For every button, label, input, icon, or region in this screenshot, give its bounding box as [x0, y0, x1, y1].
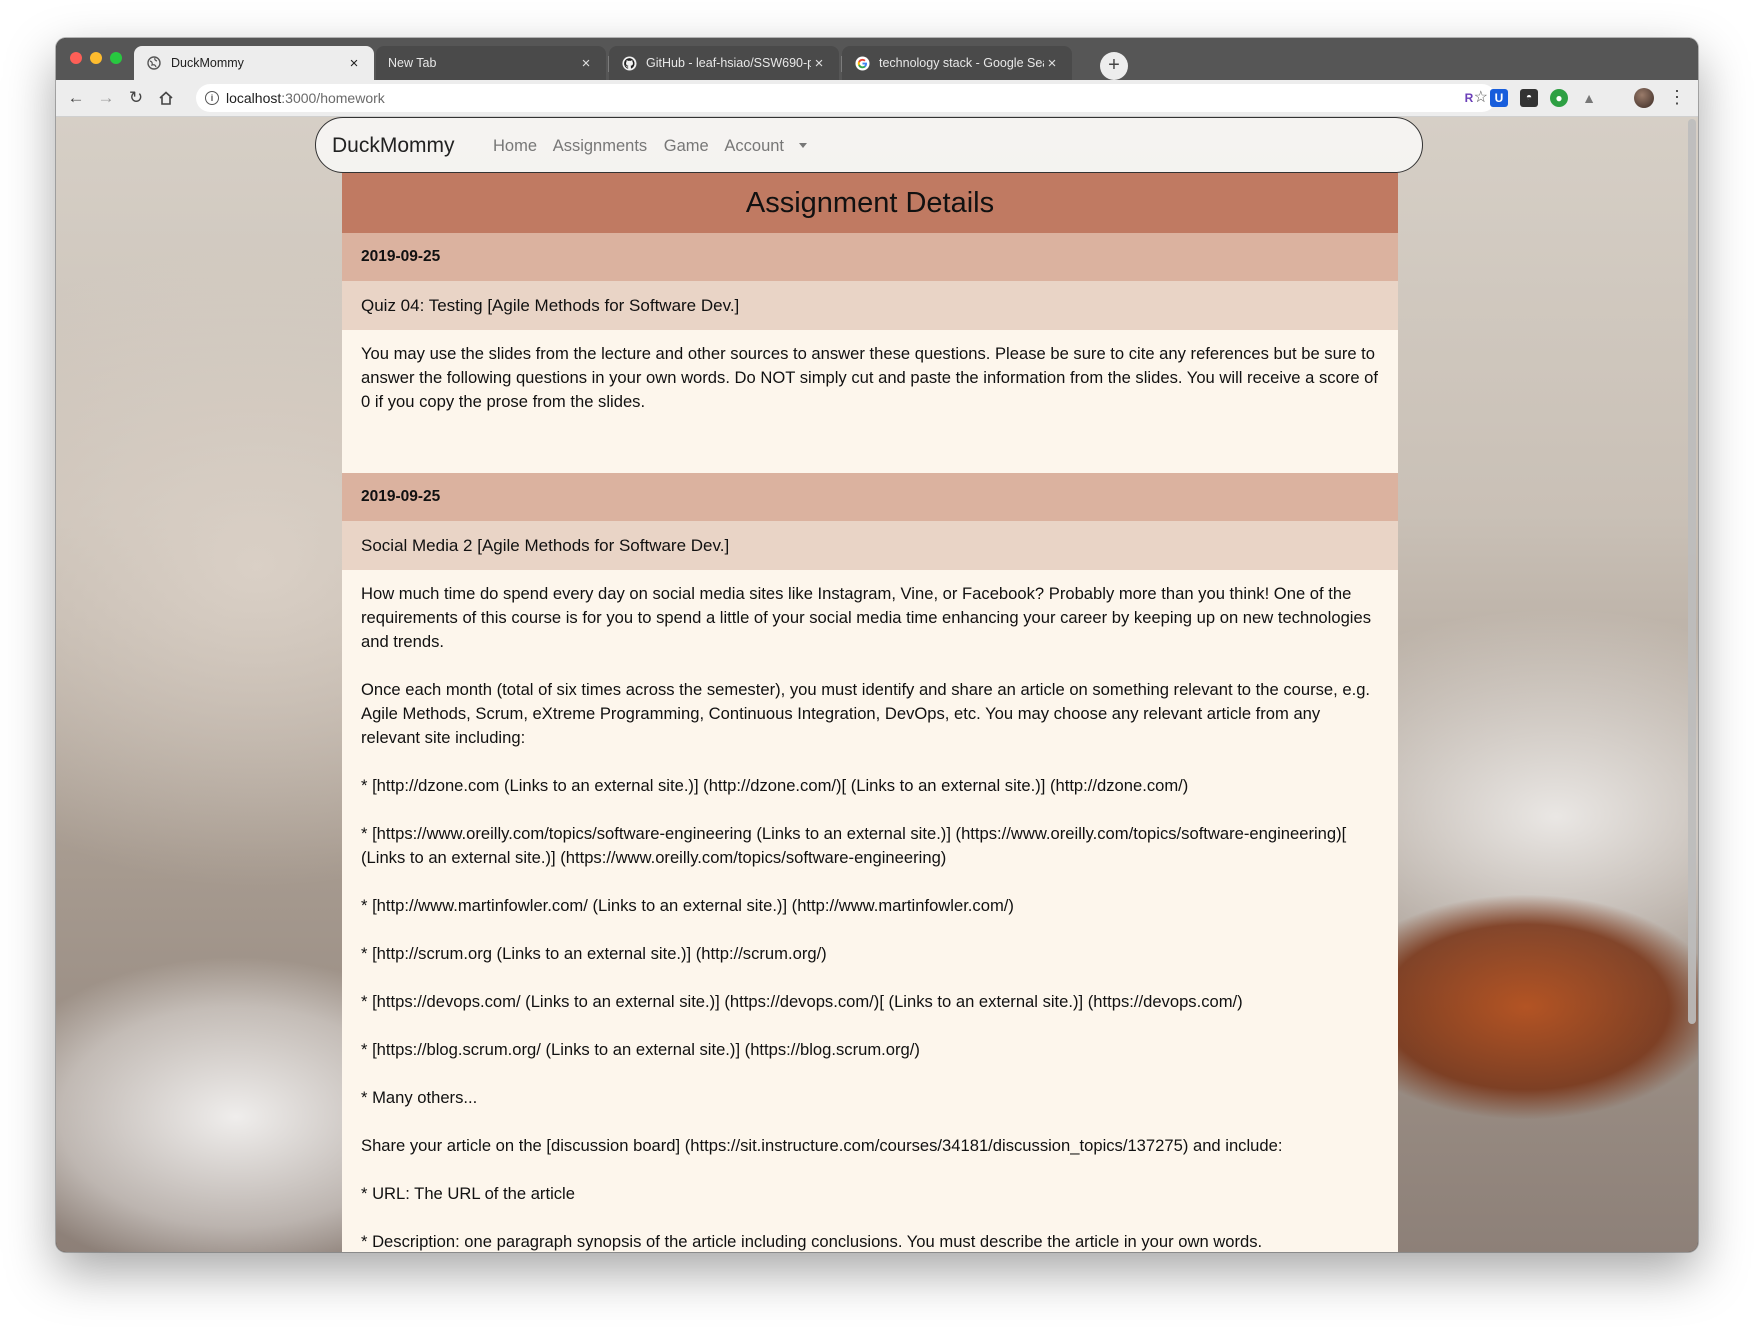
extension-drive-icon[interactable]: ▲	[1580, 89, 1598, 107]
tab-title: technology stack - Google Sea	[879, 56, 1044, 70]
extension-r-icon[interactable]: R	[1460, 89, 1478, 107]
back-arrow-icon[interactable]: ←	[64, 86, 88, 110]
page-scrollbar[interactable]	[1688, 119, 1696, 1024]
close-window-button[interactable]	[70, 52, 82, 64]
forward-arrow-icon[interactable]: →	[94, 86, 118, 110]
site-info-icon[interactable]: i	[205, 91, 219, 105]
profile-avatar[interactable]	[1634, 88, 1654, 108]
close-tab-icon[interactable]: ×	[578, 55, 594, 72]
description-paragraph: Once each month (total of six times acro…	[361, 680, 1371, 747]
tab-title: New Tab	[388, 56, 437, 70]
extension-shield-icon[interactable]: U	[1490, 89, 1508, 107]
close-tab-icon[interactable]: ×	[811, 55, 827, 72]
assignment-card: 2019-09-25 Social Media 2 [Agile Methods…	[342, 473, 1398, 1252]
assignment-details-panel: Assignment Details 2019-09-25 Quiz 04: T…	[342, 173, 1398, 1252]
new-tab-button[interactable]: +	[1100, 52, 1128, 80]
tab-github[interactable]: GitHub - leaf-hsiao/SSW690-p ×	[609, 46, 839, 80]
list-item: * URL: The URL of the article	[361, 1184, 575, 1203]
description-paragraph: You may use the slides from the lecture …	[361, 344, 1379, 411]
link-list-item: * [http://scrum.org (Links to an externa…	[361, 944, 827, 963]
assignment-card: 2019-09-25 Quiz 04: Testing [Agile Metho…	[342, 233, 1398, 473]
description-paragraph: Share your article on the [discussion bo…	[361, 1136, 1283, 1155]
tab-strip: DuckMommy × New Tab × GitHub - leaf-hsia…	[56, 38, 1698, 80]
home-icon[interactable]	[154, 86, 178, 110]
assignment-title: Quiz 04: Testing [Agile Methods for Soft…	[342, 281, 1398, 330]
tab-title: DuckMommy	[171, 56, 244, 70]
tab-title: GitHub - leaf-hsiao/SSW690-p	[646, 56, 811, 70]
link-list-item: * [https://blog.scrum.org/ (Links to an …	[361, 1040, 920, 1059]
navbar-links: Home Assignments Game Account	[493, 118, 819, 174]
assignment-date: 2019-09-25	[342, 473, 1398, 521]
nav-account-label: Account	[724, 137, 785, 155]
assignment-description: How much time do spend every day on soci…	[342, 570, 1398, 1252]
nav-link-home[interactable]: Home	[493, 137, 537, 155]
google-icon	[854, 55, 870, 71]
url-text[interactable]: localhost:3000/homework	[226, 84, 385, 112]
github-icon	[621, 55, 637, 71]
link-list-item: * [https://www.oreilly.com/topics/softwa…	[361, 824, 1347, 867]
page-viewport: DuckMommy Home Assignments Game Account …	[56, 117, 1698, 1252]
close-tab-icon[interactable]: ×	[1044, 55, 1060, 72]
nav-dropdown-account[interactable]: Account	[724, 137, 808, 155]
nav-link-assignments[interactable]: Assignments	[553, 137, 647, 155]
close-tab-icon[interactable]: ×	[346, 55, 362, 72]
list-item: * Description: one paragraph synopsis of…	[361, 1232, 1263, 1251]
navbar-brand[interactable]: DuckMommy	[332, 118, 455, 174]
browser-window: DuckMommy × New Tab × GitHub - leaf-hsia…	[56, 38, 1698, 1252]
minimize-window-button[interactable]	[90, 52, 102, 64]
assignment-title: Social Media 2 [Agile Methods for Softwa…	[342, 521, 1398, 570]
zoom-window-button[interactable]	[110, 52, 122, 64]
extension-incognito-icon[interactable]: ◓	[1520, 89, 1538, 107]
browser-toolbar: ← → ↻ i localhost:3000/homework ☆ R U ◓ …	[56, 80, 1698, 117]
link-list-item: * [https://devops.com/ (Links to an exte…	[361, 992, 1243, 1011]
link-list-item: * [http://www.martinfowler.com/ (Links t…	[361, 896, 1014, 915]
page-title: Assignment Details	[342, 173, 1398, 233]
list-item: * Many others...	[361, 1088, 478, 1107]
assignment-description: You may use the slides from the lecture …	[342, 330, 1398, 473]
tab-duckmommy[interactable]: DuckMommy ×	[134, 46, 374, 80]
link-list-item: * [http://dzone.com (Links to an externa…	[361, 776, 1189, 795]
assignment-date: 2019-09-25	[342, 233, 1398, 281]
site-navbar: DuckMommy Home Assignments Game Account	[315, 117, 1423, 173]
description-paragraph: How much time do spend every day on soci…	[361, 584, 1372, 651]
globe-icon	[146, 55, 162, 71]
caret-down-icon	[799, 143, 808, 148]
tab-google[interactable]: technology stack - Google Sea ×	[842, 46, 1072, 80]
menu-kebab-icon[interactable]: ⋮	[1668, 86, 1686, 110]
nav-link-game[interactable]: Game	[664, 137, 709, 155]
tab-new-tab[interactable]: New Tab ×	[376, 46, 606, 80]
address-bar[interactable]: i localhost:3000/homework ☆	[196, 84, 1496, 112]
extension-badge-icon[interactable]: ●	[1550, 89, 1568, 107]
reload-icon[interactable]: ↻	[124, 86, 148, 110]
